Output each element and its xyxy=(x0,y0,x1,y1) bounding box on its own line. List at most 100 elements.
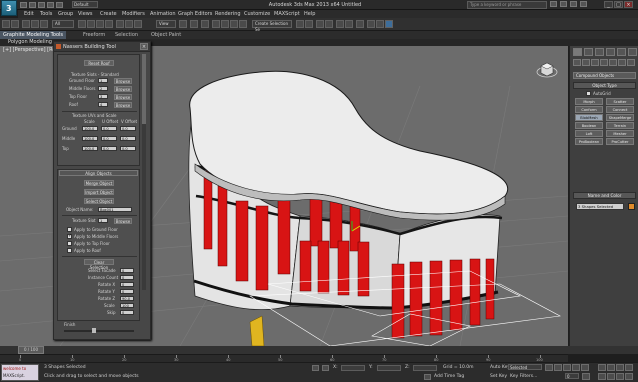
texture-slot-field[interactable]: 1 xyxy=(98,218,108,223)
apply-middle-checkbox[interactable] xyxy=(67,233,72,239)
object-category-select[interactable]: Compound Objects xyxy=(573,72,636,79)
spinner-field[interactable]: 0 xyxy=(120,289,134,294)
finish-slider-track[interactable] xyxy=(64,330,134,332)
open-file-icon[interactable] xyxy=(29,2,36,8)
zoom-extents-all-icon[interactable] xyxy=(625,364,633,371)
lights-icon[interactable] xyxy=(591,59,599,66)
tool-scrollbar[interactable] xyxy=(142,54,146,290)
track-bar[interactable]: 0 10 20 30 40 50 60 70 80 90 100 xyxy=(0,354,568,362)
spinner-field[interactable]: 90.0 xyxy=(120,296,134,301)
tab-object-paint[interactable]: Object Paint xyxy=(148,31,184,39)
menu-animation[interactable]: Animation xyxy=(150,10,176,18)
layer-manager-icon[interactable] xyxy=(316,20,324,28)
reset-roof-button[interactable]: Reset Roof xyxy=(84,60,114,66)
zoom-all-icon[interactable] xyxy=(607,364,615,371)
angle-snap-icon[interactable] xyxy=(221,20,229,28)
tool-scrollbar-thumb[interactable] xyxy=(142,54,146,124)
undo-icon[interactable] xyxy=(2,20,10,28)
selected-filter-select[interactable]: Selected xyxy=(508,364,542,370)
display-tab-icon[interactable] xyxy=(617,48,626,56)
redo-icon[interactable] xyxy=(11,20,19,28)
uv-field[interactable]: 0.0 xyxy=(101,146,117,151)
menu-edit[interactable]: Edit xyxy=(24,10,34,18)
tab-graphite-modeling-tools[interactable]: Graphite Modeling Tools xyxy=(0,31,67,39)
window-crossing-icon[interactable] xyxy=(105,20,113,28)
reference-coordinate-select[interactable]: View xyxy=(156,20,176,28)
link-icon[interactable] xyxy=(22,20,30,28)
apply-ground-checkbox[interactable] xyxy=(67,227,72,232)
helpers-icon[interactable] xyxy=(609,59,617,66)
time-tag-icon[interactable] xyxy=(424,374,431,380)
browse-button[interactable]: Browse xyxy=(114,94,132,100)
browse-button[interactable]: Browse xyxy=(114,102,132,108)
zoom-icon[interactable] xyxy=(598,364,606,371)
object-name-field[interactable]: 3 Shapes Selected xyxy=(576,203,624,210)
render-production-icon[interactable] xyxy=(385,20,393,28)
geometry-icon[interactable] xyxy=(573,59,581,66)
rotate-icon[interactable] xyxy=(125,20,133,28)
connect-button[interactable]: Connect xyxy=(606,106,634,113)
viewcube-icon[interactable] xyxy=(536,58,558,80)
graphite-toggle-icon[interactable] xyxy=(325,20,333,28)
slot-field[interactable]: 3 xyxy=(98,94,108,99)
mirror-icon[interactable] xyxy=(296,20,304,28)
import-object-button[interactable]: Import Object xyxy=(84,189,114,195)
loft-button[interactable]: Loft xyxy=(575,130,603,137)
systems-icon[interactable] xyxy=(627,59,635,66)
undo-icon[interactable] xyxy=(47,2,54,8)
minimize-button[interactable]: _ xyxy=(604,1,613,8)
material-editor-icon[interactable] xyxy=(356,20,364,28)
uv-field[interactable]: 0.0 xyxy=(101,136,117,141)
uv-field[interactable]: 100.0 xyxy=(82,136,98,141)
ribbon-panel-label[interactable]: Polygon Modeling xyxy=(8,39,52,46)
z-coordinate-field[interactable] xyxy=(413,365,437,371)
keyboard-shortcut-icon[interactable] xyxy=(201,20,209,28)
goto-end-icon[interactable] xyxy=(581,364,589,371)
tab-selection[interactable]: Selection xyxy=(112,31,141,39)
slot-field[interactable]: 2 xyxy=(98,86,108,91)
pivot-center-icon[interactable] xyxy=(179,20,187,28)
search-input[interactable]: Type a keyword or phrase xyxy=(467,1,547,9)
apply-roof-checkbox[interactable] xyxy=(67,248,72,253)
align-icon[interactable] xyxy=(305,20,313,28)
time-slider-thumb[interactable]: 0 / 100 xyxy=(18,346,44,354)
menu-create[interactable]: Create xyxy=(100,10,117,18)
scatter-button[interactable]: Scatter xyxy=(606,98,634,105)
current-frame-field[interactable]: 0 xyxy=(565,373,579,379)
uv-field[interactable]: 100.0 xyxy=(82,126,98,131)
yellow-object[interactable] xyxy=(249,315,265,346)
help-icon[interactable] xyxy=(580,1,587,7)
building-tool-title[interactable]: Nassers Building Tool xyxy=(54,42,150,52)
maximize-button[interactable]: □ xyxy=(614,1,623,8)
finish-slider-thumb[interactable] xyxy=(92,328,96,333)
proboolean-button[interactable]: ProBoolean xyxy=(575,138,603,145)
menu-tools[interactable]: Tools xyxy=(40,10,52,18)
spinner-snap-icon[interactable] xyxy=(239,20,247,28)
object-type-header[interactable]: Object Type xyxy=(573,82,636,89)
spinner-field[interactable]: 0 xyxy=(120,310,134,315)
lock-selection-icon[interactable] xyxy=(312,365,319,371)
field-of-view-icon[interactable] xyxy=(598,373,606,380)
maximize-viewport-icon[interactable] xyxy=(625,373,633,380)
favorites-icon[interactable] xyxy=(570,1,577,7)
slot-field[interactable]: 1 xyxy=(98,78,108,83)
clear-selection-button[interactable]: Clear Selection xyxy=(84,259,114,270)
spinner-field[interactable]: 0 xyxy=(120,275,134,280)
prev-frame-icon[interactable] xyxy=(554,364,562,371)
browse-button[interactable]: Browse xyxy=(114,218,132,224)
app-menu-button[interactable]: 3 xyxy=(1,0,17,16)
set-key-button[interactable]: Set Key xyxy=(490,374,507,379)
uv-field[interactable]: 0.0 xyxy=(101,126,117,131)
bind-space-warp-icon[interactable] xyxy=(40,20,48,28)
object-name-field[interactable]: Box001 xyxy=(98,207,132,212)
procutter-button[interactable]: ProCutter xyxy=(606,138,634,145)
add-time-tag-button[interactable]: Add Time Tag xyxy=(434,374,464,379)
name-color-header[interactable]: Name and Color xyxy=(573,192,636,199)
select-object-button[interactable]: Select Object xyxy=(84,198,114,204)
menu-help[interactable]: Help xyxy=(304,10,315,18)
pan-icon[interactable] xyxy=(607,373,615,380)
scale-icon[interactable] xyxy=(134,20,142,28)
absolute-mode-icon[interactable] xyxy=(322,365,329,371)
menu-customize[interactable]: Customize xyxy=(244,10,270,18)
unlink-icon[interactable] xyxy=(31,20,39,28)
